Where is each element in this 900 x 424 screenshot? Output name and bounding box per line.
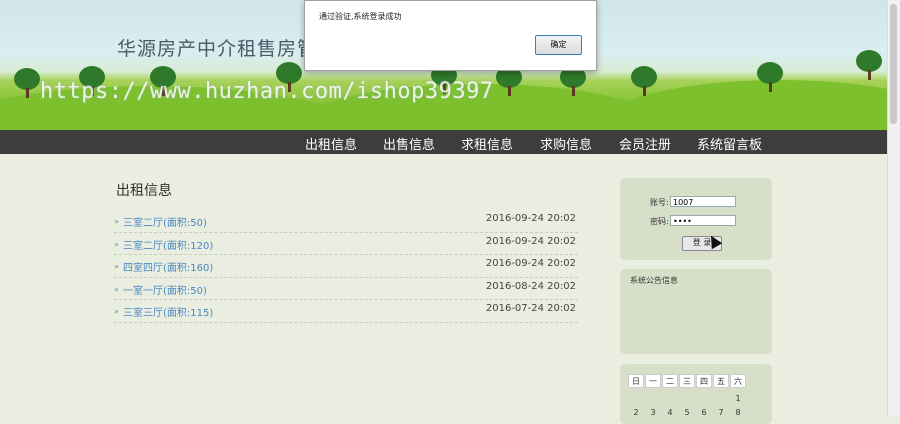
nav-item-want-buy[interactable]: 求购信息 xyxy=(540,134,592,153)
list-item: » 三室二厅(面积:120) 2016-09-24 20:02 xyxy=(114,233,578,255)
calendar-weekday: 一 xyxy=(645,374,661,388)
calendar-day[interactable]: 1 xyxy=(730,392,746,406)
listing-link[interactable]: 四室四厅(面积:160) xyxy=(123,259,213,274)
bullet-icon: » xyxy=(114,284,119,294)
calendar-day[interactable] xyxy=(696,392,712,406)
login-panel: 账号: 1007 密码: •••• 登 录 xyxy=(620,178,772,260)
calendar-day[interactable] xyxy=(679,392,695,406)
calendar-day[interactable]: 6 xyxy=(696,406,712,420)
calendar-day[interactable]: 8 xyxy=(730,406,746,420)
account-input[interactable]: 1007 xyxy=(670,196,736,207)
calendar-day[interactable]: 7 xyxy=(713,406,729,420)
calendar-day[interactable]: 2 xyxy=(628,406,644,420)
calendar-weekday: 五 xyxy=(713,374,729,388)
nav-item-register[interactable]: 会员注册 xyxy=(619,134,671,153)
calendar-day[interactable] xyxy=(713,392,729,406)
calendar-day[interactable]: 4 xyxy=(662,406,678,420)
dialog-message: 通过验证,系统登录成功 xyxy=(319,12,402,21)
listing-list: » 三室二厅(面积:50) 2016-09-24 20:02 » 三室二厅(面积… xyxy=(114,210,578,323)
bullet-icon: » xyxy=(114,262,119,271)
notice-title: 系统公告信息 xyxy=(630,276,678,285)
calendar-weekday: 四 xyxy=(696,374,712,388)
scrollbar-thumb[interactable] xyxy=(890,4,897,124)
nav-item-rent-out[interactable]: 出租信息 xyxy=(305,134,357,153)
password-input[interactable]: •••• xyxy=(670,215,736,226)
list-item: » 三室二厅(面积:50) 2016-09-24 20:02 xyxy=(114,210,578,233)
alert-dialog: 通过验证,系统登录成功 确定 xyxy=(304,0,597,71)
calendar-week: 2 3 4 5 6 7 8 xyxy=(628,406,747,420)
calendar-day[interactable]: 3 xyxy=(645,406,661,420)
watermark-text: https://www.huzhan.com/ishop39397 xyxy=(40,79,494,104)
calendar-weekday: 日 xyxy=(628,374,644,388)
account-label: 账号: xyxy=(650,198,669,207)
listing-link[interactable]: 三室三厅(面积:115) xyxy=(123,304,213,319)
listing-date: 2016-09-24 20:02 xyxy=(485,213,576,224)
listing-link[interactable]: 一室一厅(面积:50) xyxy=(123,282,207,297)
calendar-week: 1 xyxy=(628,392,747,406)
calendar-panel: 日 一 二 三 四 五 六 1 2 3 4 5 6 7 8 xyxy=(620,364,772,424)
calendar-weekday: 三 xyxy=(679,374,695,388)
nav-item-want-rent[interactable]: 求租信息 xyxy=(461,134,513,153)
calendar-weekdays: 日 一 二 三 四 五 六 xyxy=(628,374,747,388)
listing-link[interactable]: 三室二厅(面积:50) xyxy=(123,214,207,229)
calendar-day[interactable]: 5 xyxy=(679,406,695,420)
password-label: 密码: xyxy=(650,217,669,226)
list-item: » 一室一厅(面积:50) 2016-08-24 20:02 xyxy=(114,278,578,300)
calendar-weekday: 二 xyxy=(662,374,678,388)
ok-button[interactable]: 确定 xyxy=(535,35,582,55)
listing-date: 2016-09-24 20:02 xyxy=(485,235,576,247)
calendar-weekday: 六 xyxy=(730,374,746,388)
calendar-day[interactable] xyxy=(645,392,661,406)
listing-link[interactable]: 三室二厅(面积:120) xyxy=(123,237,213,252)
nav-item-for-sale[interactable]: 出售信息 xyxy=(383,134,435,153)
calendar-day[interactable] xyxy=(662,392,678,406)
bullet-icon: » xyxy=(114,239,119,249)
main-nav: 出租信息 出售信息 求租信息 求购信息 会员注册 系统留言板 xyxy=(0,130,888,154)
bullet-icon: » xyxy=(114,217,119,226)
notice-panel: 系统公告信息 xyxy=(620,269,772,354)
bullet-icon: » xyxy=(114,307,119,316)
calendar-day[interactable] xyxy=(628,392,644,406)
section-title: 出租信息 xyxy=(116,183,172,199)
listing-date: 2016-09-24 20:02 xyxy=(485,258,576,269)
listing-date: 2016-07-24 20:02 xyxy=(485,303,576,314)
listing-date: 2016-08-24 20:02 xyxy=(485,280,576,292)
nav-item-message-board[interactable]: 系统留言板 xyxy=(697,134,762,153)
list-item: » 三室三厅(面积:115) 2016-07-24 20:02 xyxy=(114,300,578,323)
vertical-scrollbar[interactable] xyxy=(887,0,900,416)
site-title: 华源房产中介租售房管 xyxy=(117,38,318,60)
list-item: » 四室四厅(面积:160) 2016-09-24 20:02 xyxy=(114,255,578,278)
